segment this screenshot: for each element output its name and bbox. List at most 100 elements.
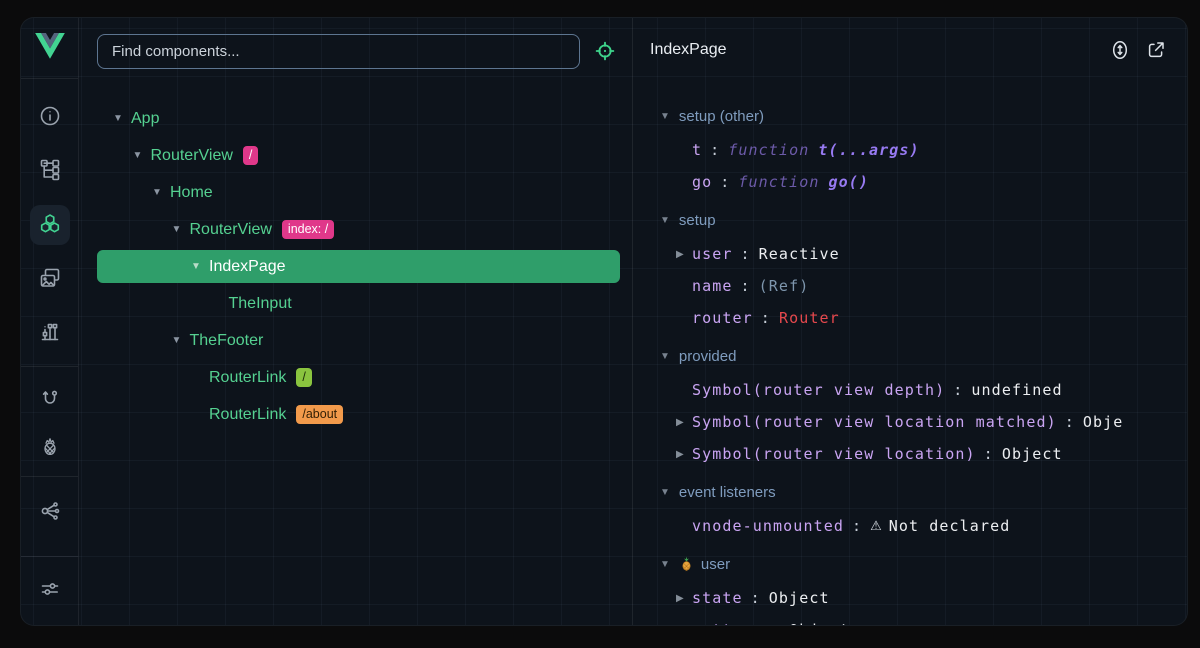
property-key: Symbol(router view location) <box>692 445 976 463</box>
property-value: Object <box>1002 445 1063 463</box>
sidebar-item-pages[interactable] <box>30 149 70 189</box>
hook-icon <box>38 386 62 410</box>
property-row-name[interactable]: name:(Ref) <box>634 270 1187 302</box>
sidebar <box>21 18 79 625</box>
route-badge: / <box>296 368 311 388</box>
section-header-event-listeners[interactable]: ▼event listeners <box>634 474 1187 510</box>
section-collapse-icon[interactable]: ▼ <box>660 351 670 362</box>
select-component-button[interactable] <box>591 37 619 65</box>
property-row-getters[interactable]: ▶getters:Object <box>634 614 1187 625</box>
tree-item-indexpage-4[interactable]: ▼ IndexPage <box>97 250 620 283</box>
property-key: getters <box>692 621 763 625</box>
sidebar-item-overview[interactable] <box>30 96 70 136</box>
inspector-panel: IndexPage ▼setup (other)t:functiont(...a… <box>634 18 1187 625</box>
scroll-to-component-button[interactable] <box>1107 37 1133 63</box>
expand-triangle-icon[interactable]: ▼ <box>133 150 145 161</box>
tree-item-thefooter-6[interactable]: ▼ TheFooter <box>97 324 620 357</box>
sidebar-item-settings[interactable] <box>30 569 70 609</box>
tree-item-home-2[interactable]: ▼Home <box>97 176 620 209</box>
route-badge: / <box>243 146 258 166</box>
function-keyword: function <box>728 141 809 159</box>
vue-logo <box>30 26 70 66</box>
component-name: TheFooter <box>190 332 264 350</box>
component-name: App <box>131 110 159 128</box>
property-row-router[interactable]: router:Router <box>634 302 1187 334</box>
property-colon: : <box>1065 413 1075 431</box>
expand-arrow-icon[interactable]: ▶ <box>676 249 692 260</box>
route-badge: index: / <box>282 220 334 240</box>
property-key: Symbol(router view depth) <box>692 381 945 399</box>
tree-item-routerlink-8[interactable]: RouterLink/about <box>97 398 620 431</box>
property-row-Symbol-router-view-location-[interactable]: ▶Symbol(router view location):Object <box>634 438 1187 470</box>
property-key: vnode-unmounted <box>692 517 844 535</box>
open-in-editor-button[interactable] <box>1143 37 1169 63</box>
mixer-icon <box>38 320 62 344</box>
tree-item-theinput-5[interactable]: TheInput <box>97 287 620 320</box>
property-row-user[interactable]: ▶user:Reactive <box>634 238 1187 270</box>
sidebar-item-graph[interactable] <box>30 491 70 531</box>
tree-item-routerview-1[interactable]: ▼ RouterView / <box>97 139 620 172</box>
expand-arrow-icon[interactable]: ▶ <box>676 417 692 428</box>
sidebar-item-components[interactable] <box>30 205 70 245</box>
external-link-icon <box>1144 38 1168 62</box>
property-row-state[interactable]: ▶state: Object <box>634 582 1187 614</box>
sidebar-item-inspector[interactable] <box>30 312 70 352</box>
sidebar-item-router[interactable] <box>30 378 70 418</box>
section-collapse-icon[interactable]: ▼ <box>660 215 670 226</box>
property-key: state <box>692 589 743 607</box>
inspector-section: ▼setup (other)t:functiont(...args)go:fun… <box>634 98 1187 198</box>
expand-triangle-icon[interactable]: ▼ <box>172 335 184 346</box>
component-name: RouterView <box>151 147 233 165</box>
property-value: Obje <box>1083 413 1124 431</box>
section-header-setup-other-[interactable]: ▼setup (other) <box>634 98 1187 134</box>
component-name: TheInput <box>229 295 292 313</box>
tree-item-app-0[interactable]: ▼ App <box>97 102 620 135</box>
property-row-Symbol-router-view-depth-[interactable]: Symbol(router view depth):undefined <box>634 374 1187 406</box>
property-key: Symbol(router view location matched) <box>692 413 1057 431</box>
component-name: IndexPage <box>209 258 286 276</box>
search-input[interactable] <box>112 43 565 60</box>
expand-arrow-icon[interactable]: ▶ <box>676 593 692 604</box>
section-collapse-icon[interactable]: ▼ <box>660 487 670 498</box>
sidebar-item-pinia[interactable] <box>30 426 70 466</box>
function-signature: go() <box>828 173 869 191</box>
section-collapse-icon[interactable]: ▼ <box>660 111 670 122</box>
expand-triangle-icon[interactable]: ▼ <box>113 113 125 124</box>
property-colon: : <box>710 141 720 159</box>
property-row-go[interactable]: go:functiongo() <box>634 166 1187 198</box>
property-row-Symbol-router-view-location-matched-[interactable]: ▶Symbol(router view location matched): Ob… <box>634 406 1187 438</box>
expand-arrow-icon[interactable]: ▶ <box>676 625 692 626</box>
section-label: user <box>701 556 730 573</box>
inspector-section: ▼user▶state:Object▶getters:Object <box>634 546 1187 625</box>
property-value: Object <box>789 621 850 625</box>
sidebar-item-assets[interactable] <box>30 258 70 298</box>
inspector-section: ▼ setup ▶user:Reactivename:(Ref)router:Rou… <box>634 202 1187 334</box>
tree-item-routerview-3[interactable]: ▼RouterViewindex: / <box>97 213 620 246</box>
inspector-section: ▼providedSymbol(router view depth):undef… <box>634 338 1187 470</box>
property-colon: : <box>741 277 751 295</box>
expand-triangle-icon[interactable]: ▼ <box>191 261 203 272</box>
tree-icon <box>38 157 62 181</box>
property-value: Reactive <box>759 245 840 263</box>
expand-triangle-icon[interactable]: ▼ <box>152 187 164 198</box>
pinia-pineapple-icon <box>679 556 694 572</box>
property-row-t[interactable]: t:functiont(...args) <box>634 134 1187 166</box>
search-box <box>97 34 580 69</box>
tree-item-routerlink-7[interactable]: RouterLink / <box>97 361 620 394</box>
property-value: Router <box>779 309 840 327</box>
section-collapse-icon[interactable]: ▼ <box>660 559 670 570</box>
sidebar-divider <box>21 78 78 79</box>
property-colon: : <box>751 589 761 607</box>
property-row-vnode-unmounted[interactable]: vnode-unmounted:⚠Not declared <box>634 510 1187 542</box>
expand-arrow-icon[interactable]: ▶ <box>676 449 692 460</box>
function-signature: t(...args) <box>818 141 919 159</box>
component-name: RouterLink <box>209 369 286 387</box>
property-key: name <box>692 277 733 295</box>
section-header-provided[interactable]: ▼provided <box>634 338 1187 374</box>
section-label: setup <box>679 212 716 229</box>
section-header-user[interactable]: ▼ user <box>634 546 1187 582</box>
property-value: Object <box>769 589 830 607</box>
expand-triangle-icon[interactable]: ▼ <box>172 224 184 235</box>
section-header-setup[interactable]: ▼ setup <box>634 202 1187 238</box>
crosshair-icon <box>592 38 618 64</box>
